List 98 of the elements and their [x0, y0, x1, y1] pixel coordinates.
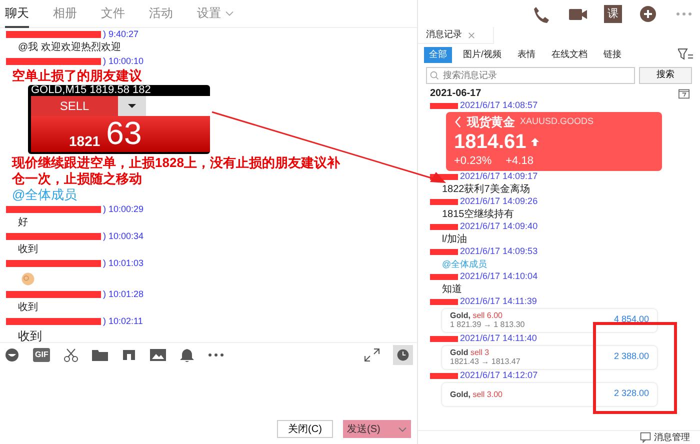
- message-time: ) 9:40:27: [103, 29, 139, 40]
- dropdown-button[interactable]: [118, 96, 146, 116]
- scissors-icon[interactable]: [63, 348, 80, 362]
- smiley-icon[interactable]: [4, 348, 20, 362]
- up-arrow-icon: [531, 138, 540, 146]
- image-icon[interactable]: [150, 348, 166, 362]
- message-text: 收到: [17, 328, 43, 342]
- message-time: 2021/6/17 14:08:57: [460, 100, 538, 111]
- volume-field[interactable]: [146, 96, 210, 116]
- filter-tab[interactable]: 图片/视频: [458, 47, 507, 62]
- message-time: 2021/6/17 14:10:04: [460, 271, 538, 282]
- redaction-bar: [430, 274, 458, 280]
- trade-symbol: Gold,: [450, 390, 470, 398]
- folder-icon[interactable]: [92, 348, 108, 362]
- clock-icon[interactable]: [393, 344, 413, 364]
- message-text: 空单止损了的朋友建议: [11, 68, 143, 84]
- quote-price: 1814.61: [454, 130, 526, 154]
- price-text: 1821: [69, 132, 100, 150]
- sell-button[interactable]: SELL: [31, 96, 118, 116]
- message-time: 2021/6/17 14:09:17: [460, 171, 538, 182]
- message-time: ) 10:00:29: [103, 204, 144, 215]
- tab[interactable]: 相册: [53, 0, 77, 28]
- message-time: 2021/6/17 14:09:53: [460, 246, 538, 257]
- message-text: 1815空继续持有: [441, 208, 516, 220]
- tab[interactable]: 聊天: [5, 0, 29, 28]
- message-manage-link[interactable]: 消息管理: [654, 430, 690, 444]
- message-text: 收到: [17, 243, 39, 257]
- filter-tab[interactable]: 在线文档: [546, 47, 593, 62]
- message-time: ) 10:00:34: [103, 231, 144, 242]
- caret-icon: [128, 104, 136, 108]
- trade-card[interactable]: Gold, sell 6.00 1 821.39 → 1 813.30 4 854.00: [442, 308, 657, 332]
- trade-amount: 4 854.00: [614, 313, 649, 326]
- tab[interactable]: 活动: [149, 0, 173, 28]
- quote-symbol: XAUUSD.GOODS: [520, 115, 594, 128]
- message-time: ) 10:02:11: [103, 316, 143, 327]
- back-icon[interactable]: [454, 116, 462, 128]
- tab[interactable]: 文件: [101, 0, 125, 28]
- message-time: 2021/6/17 14:11:40: [460, 333, 537, 344]
- redaction-bar: [430, 298, 458, 304]
- search-field[interactable]: 搜索消息记录: [426, 66, 635, 84]
- tab[interactable]: 设置: [197, 0, 234, 28]
- mention-text: @全体成员: [11, 187, 78, 203]
- search-icon: [430, 70, 439, 80]
- message-text: 知道: [441, 282, 463, 296]
- trade-symbol: Gold: [450, 348, 468, 357]
- caret-icon[interactable]: [225, 10, 234, 16]
- filter-icon[interactable]: [678, 48, 694, 62]
- search-button[interactable]: 搜索: [639, 66, 692, 84]
- send-button[interactable]: 发送(S): [343, 420, 411, 438]
- trade-route: 1821.43 → 1813.47: [450, 357, 520, 366]
- redaction-bar: [430, 102, 458, 108]
- message-text: @我 欢迎欢迎热烈欢迎: [17, 41, 122, 55]
- redaction-bar: [430, 198, 458, 204]
- message-text: 现价继续跟进空单，止损1828上，没有止损的朋友建议补仓一次，止损随之移动: [10, 155, 342, 187]
- message-time: ) 10:00:10: [103, 56, 144, 67]
- trade-amount: 2 388.00: [614, 350, 649, 364]
- redaction-bar: [430, 248, 458, 254]
- widget-title: GOLD,M15 1819.58 182: [31, 85, 152, 96]
- trade-side: sell 3: [470, 348, 490, 357]
- message-time: 2021/6/17 14:12:07: [460, 370, 538, 381]
- message-time: 2021/6/17 14:09:26: [460, 196, 538, 207]
- close-icon[interactable]: [468, 32, 475, 38]
- quote-percent: +0.23%: [454, 154, 492, 168]
- filter-tab[interactable]: 表情: [512, 47, 541, 62]
- add-icon[interactable]: [638, 4, 658, 22]
- message-text: 收到: [17, 301, 39, 315]
- trade-symbol: Gold,: [450, 311, 470, 320]
- redaction-bar: [430, 224, 458, 230]
- trade-card[interactable]: Gold, sell 3.00 2 328.00: [442, 382, 657, 406]
- quote-change: +4.18: [506, 154, 534, 168]
- price-text: 63: [106, 116, 142, 150]
- mention-text: @全体成员: [441, 258, 488, 270]
- message-time: 2021/6/17 14:11:39: [460, 296, 537, 307]
- message-time: 2021/6/17 14:09:40: [460, 221, 538, 232]
- trade-amount: 2 328.00: [614, 387, 649, 400]
- message-time: ) 10:01:03: [103, 258, 144, 269]
- date-heading: 2021-06-17: [430, 86, 482, 100]
- trade-route: 1 821.39 → 1 813.30: [450, 320, 525, 329]
- message-text: l/加油: [441, 232, 468, 246]
- bell-icon[interactable]: [179, 348, 196, 362]
- redaction-bar: [430, 372, 458, 378]
- close-button[interactable]: 关闭(C): [277, 420, 333, 438]
- trade-side: sell 3.00: [472, 390, 502, 398]
- phone-icon[interactable]: [532, 4, 552, 22]
- trade-side: sell 6.00: [472, 311, 502, 320]
- calendar-icon[interactable]: [678, 88, 690, 98]
- expand-icon[interactable]: [364, 348, 380, 362]
- course-button[interactable]: 课: [604, 4, 622, 22]
- quote-title: 现货黄金: [467, 114, 515, 130]
- panel-tab-title: 消息记录: [426, 28, 462, 42]
- message-text: 好: [17, 216, 29, 230]
- message-text: 1822获利7美金离场: [441, 182, 531, 196]
- trade-card[interactable]: Gold sell 3 1821.43 → 1813.47 2 388.00: [442, 346, 657, 368]
- gif-button[interactable]: GIF: [33, 348, 50, 362]
- redaction-bar: [430, 336, 458, 342]
- filter-tab[interactable]: 链接: [598, 47, 627, 62]
- message-time: ) 10:01:28: [103, 289, 144, 300]
- chat-bubble-icon[interactable]: [640, 432, 651, 443]
